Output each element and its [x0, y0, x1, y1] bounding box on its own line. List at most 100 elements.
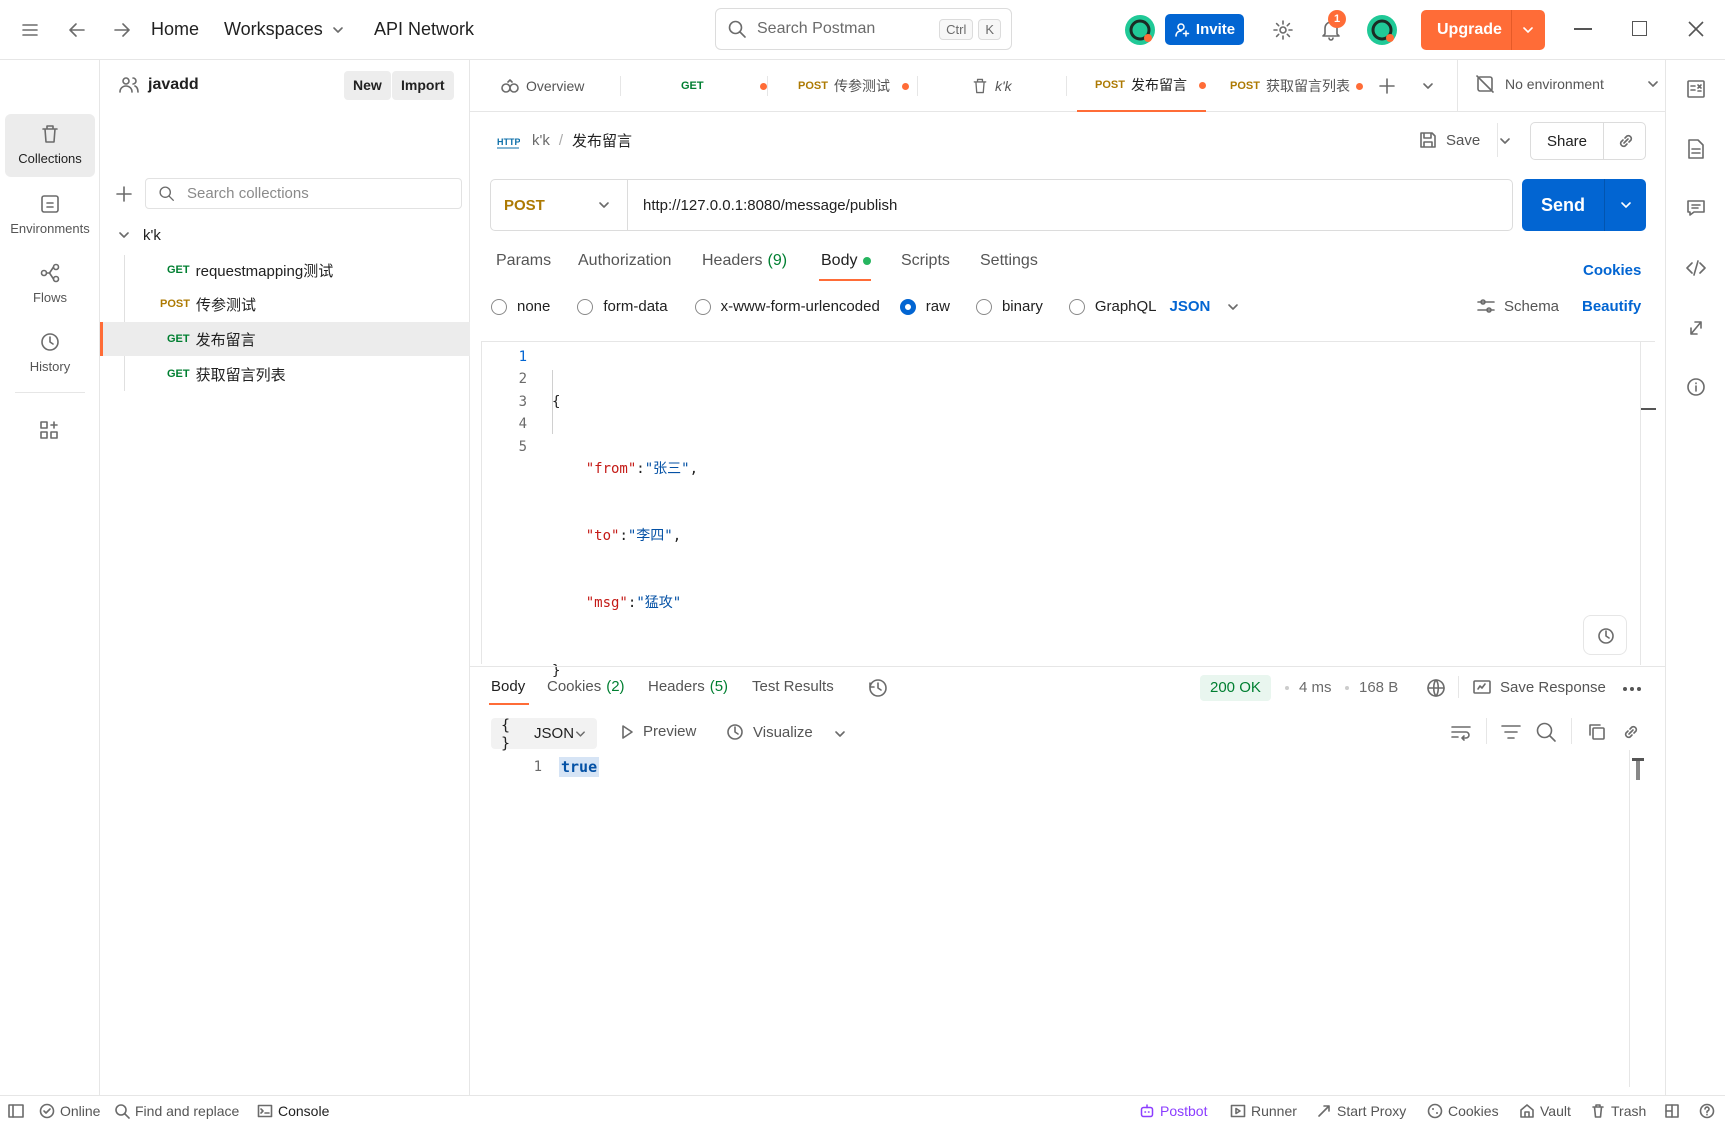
window-minimize[interactable] — [1574, 28, 1592, 30]
request-name[interactable]: 发布留言 — [572, 130, 632, 151]
start-proxy-button[interactable]: Start Proxy — [1316, 1096, 1406, 1125]
toggle-sidebar-icon[interactable] — [7, 1096, 30, 1125]
schema-button[interactable]: Schema — [1476, 297, 1559, 315]
nav-home[interactable]: Home — [151, 19, 199, 40]
rail-collections[interactable]: Collections — [5, 114, 95, 177]
tab-get-untitled[interactable]: GET — [681, 60, 767, 112]
chevron-down-icon[interactable] — [1521, 23, 1535, 37]
nav-api-network[interactable]: API Network — [374, 19, 474, 40]
response-history-icon[interactable] — [867, 677, 889, 699]
rail-flows[interactable]: Flows — [5, 253, 95, 316]
rail-environments[interactable]: Environments — [5, 184, 95, 247]
document-icon[interactable] — [1687, 138, 1705, 160]
breadcrumb-collection[interactable]: k'k — [532, 132, 550, 149]
preview-button[interactable]: Preview — [619, 723, 696, 740]
code-icon[interactable] — [1686, 258, 1706, 278]
copy-icon[interactable] — [1587, 722, 1607, 742]
response-time[interactable]: 4 ms — [1299, 679, 1332, 696]
response-divider[interactable] — [470, 666, 1665, 667]
save-options-chevron-icon[interactable] — [1498, 134, 1512, 148]
trash-button[interactable]: Trash — [1590, 1096, 1646, 1125]
import-button[interactable]: Import — [392, 71, 454, 100]
body-editor[interactable]: 1 2 3 4 5 { "from":"张三", "to":"李四", "msg… — [481, 341, 1656, 679]
profile-avatar[interactable] — [1367, 15, 1397, 45]
send-button[interactable]: Send — [1522, 179, 1646, 231]
rail-history[interactable]: History — [5, 322, 95, 385]
more-options-icon[interactable] — [1622, 686, 1642, 692]
comments-icon[interactable] — [1686, 198, 1706, 218]
method-select[interactable]: POST — [491, 180, 628, 230]
collection-kk[interactable]: k'k — [100, 218, 470, 252]
link-icon[interactable] — [1621, 722, 1641, 742]
back-arrow-icon[interactable] — [66, 19, 88, 41]
magic-wand-button[interactable] — [1583, 615, 1627, 655]
upgrade-button[interactable]: Upgrade — [1421, 10, 1545, 50]
workspace-header[interactable]: javadd — [118, 74, 199, 96]
environment-selector[interactable]: No environment — [1475, 74, 1660, 94]
response-tab-test-results[interactable]: Test Results — [752, 678, 834, 695]
response-body-value[interactable]: true — [559, 757, 600, 777]
search-icon[interactable] — [1535, 721, 1557, 743]
request-item[interactable]: POST 传参测试 — [100, 287, 470, 321]
chevron-down-icon[interactable] — [1619, 198, 1633, 212]
related-arrows-icon[interactable] — [1687, 318, 1705, 338]
help-icon[interactable] — [1699, 1096, 1720, 1125]
wrap-lines-icon[interactable] — [1450, 722, 1472, 742]
new-button[interactable]: New — [344, 71, 391, 100]
vault-button[interactable]: Vault — [1519, 1096, 1571, 1125]
radio-urlencoded[interactable]: x-www-form-urlencoded — [694, 298, 880, 315]
request-item[interactable]: GET 获取留言列表 — [100, 357, 470, 391]
response-scrollbar[interactable] — [1629, 750, 1630, 1087]
postbot-button[interactable]: Postbot — [1139, 1096, 1207, 1125]
cookies-button[interactable]: Cookies — [1427, 1096, 1499, 1125]
visualize-chevron-icon[interactable] — [833, 727, 847, 741]
tab-settings[interactable]: Settings — [980, 252, 1038, 270]
cookies-link[interactable]: Cookies — [1583, 262, 1641, 279]
response-format-select[interactable]: { } JSON — [491, 716, 597, 752]
radio-raw[interactable]: raw — [899, 298, 950, 315]
filter-icon[interactable] — [1500, 722, 1522, 742]
request-item-selected[interactable]: GET 发布留言 — [100, 322, 470, 356]
add-widget-icon[interactable] — [38, 419, 60, 441]
status-badge[interactable]: 200 OK — [1200, 675, 1271, 701]
forward-arrow-icon[interactable] — [111, 19, 133, 41]
tab-params[interactable]: Params — [496, 252, 551, 270]
tab-list-chevron-icon[interactable] — [1421, 79, 1435, 93]
window-maximize[interactable] — [1632, 21, 1647, 36]
tab-collection-kk[interactable]: k'k — [971, 60, 1012, 112]
radio-binary[interactable]: binary — [975, 298, 1043, 315]
runner-button[interactable]: Runner — [1230, 1096, 1297, 1125]
visualize-button[interactable]: Visualize — [725, 722, 813, 742]
tab-post-publish[interactable]: POST 发布留言 — [1077, 60, 1206, 112]
tab-body[interactable]: Body — [821, 252, 872, 270]
info-icon[interactable] — [1686, 377, 1706, 397]
tab-post-params[interactable]: POST 传参测试 — [798, 60, 909, 112]
api-doc-icon[interactable] — [1686, 79, 1706, 99]
add-collection-icon[interactable] — [114, 184, 134, 204]
radio-form-data[interactable]: form-data — [577, 298, 668, 315]
settings-gear-icon[interactable] — [1272, 19, 1294, 41]
tab-scripts[interactable]: Scripts — [901, 252, 950, 270]
tab-post-list[interactable]: POST 获取留言列表 — [1230, 60, 1363, 112]
radio-none[interactable]: none — [491, 298, 550, 315]
url-input[interactable]: http://127.0.0.1:8080/message/publish — [643, 197, 897, 214]
response-size[interactable]: 168 B — [1359, 679, 1398, 696]
radio-graphql[interactable]: GraphQL — [1068, 298, 1157, 315]
find-replace-button[interactable]: Find and replace — [114, 1096, 239, 1125]
avatar[interactable] — [1125, 15, 1155, 45]
new-tab-plus-icon[interactable] — [1377, 76, 1397, 96]
response-tab-body[interactable]: Body — [491, 678, 525, 695]
tab-authorization[interactable]: Authorization — [578, 252, 671, 270]
global-search[interactable]: Search Postman Ctrl K — [715, 8, 1012, 50]
window-close-icon[interactable] — [1687, 20, 1705, 38]
request-item[interactable]: GET requestmapping测试 — [100, 253, 470, 287]
menu-icon[interactable] — [20, 20, 40, 40]
online-status[interactable]: Online — [39, 1096, 100, 1125]
scroll-thumb[interactable] — [1632, 758, 1644, 780]
save-button[interactable]: Save — [1418, 130, 1480, 150]
console-button[interactable]: Console — [257, 1096, 329, 1125]
layout-toggle-icon[interactable] — [1664, 1096, 1685, 1125]
scroll-thumb[interactable] — [1641, 408, 1656, 410]
save-response-button[interactable]: Save Response — [1472, 678, 1606, 696]
globe-icon[interactable] — [1425, 677, 1447, 699]
